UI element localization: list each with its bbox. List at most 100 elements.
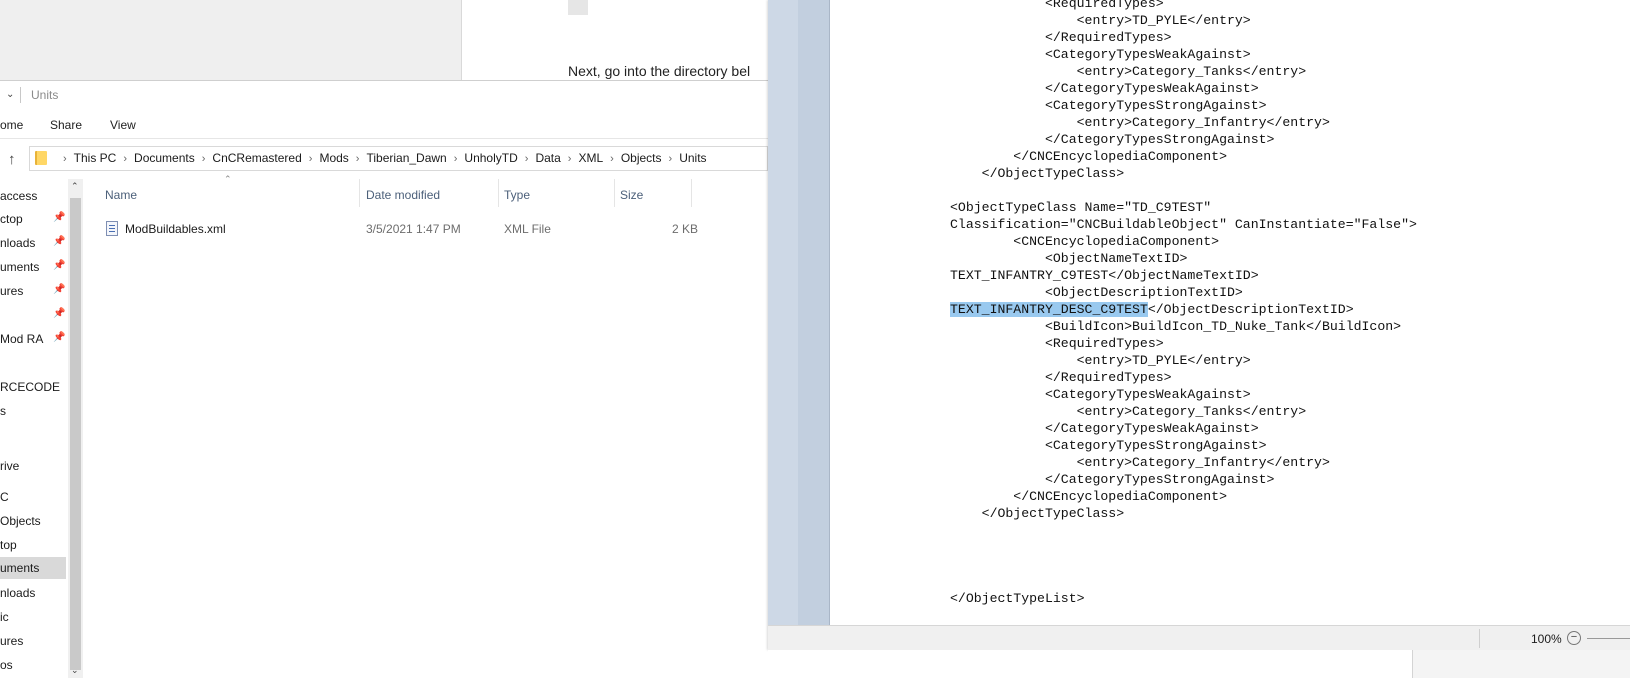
pin-icon: 📌 bbox=[53, 308, 66, 319]
nav-item-label: C bbox=[0, 490, 9, 504]
column-headers: ⌃ Name Date modified Type Size bbox=[96, 174, 768, 210]
nav-item-pictures[interactable]: ures 📌 bbox=[0, 280, 66, 302]
tab-share[interactable]: Share bbox=[50, 118, 82, 132]
pin-icon: 📌 bbox=[53, 212, 66, 223]
title-separator bbox=[20, 87, 21, 103]
nav-item-documents[interactable]: uments 📌 bbox=[0, 256, 66, 278]
nav-item-label: ures bbox=[0, 284, 24, 298]
nav-item-mod-ra[interactable]: Mod RA 📌 bbox=[0, 328, 66, 350]
nav-item-label: s bbox=[0, 404, 6, 418]
nav-item-desktop-pc[interactable]: top bbox=[0, 534, 66, 556]
chevron-right-icon[interactable]: › bbox=[525, 153, 529, 165]
pin-icon: 📌 bbox=[53, 236, 66, 247]
chevron-right-icon[interactable]: › bbox=[568, 153, 572, 165]
window-left-border bbox=[768, 0, 830, 625]
nav-item-sourcecode[interactable]: RCECODE bbox=[0, 376, 66, 398]
scroll-thumb[interactable] bbox=[70, 198, 81, 670]
explorer-title-bar: ⌄ Units bbox=[0, 81, 768, 109]
scroll-down-icon[interactable]: ⌄ bbox=[71, 665, 79, 676]
code-line: TEXT_INFANTRY_C9TEST</ObjectNameTextID> bbox=[950, 268, 1259, 283]
nav-item-label: rive bbox=[0, 459, 20, 473]
notepad-text-area[interactable]: <RequiredTypes> <entry>TD_PYLE</entry> <… bbox=[950, 0, 1417, 607]
pin-icon: 📌 bbox=[53, 284, 66, 295]
nav-item-label: RCECODE bbox=[0, 380, 61, 394]
code-line: TEXT_INFANTRY_DESC_C9TEST</ObjectDescrip… bbox=[950, 301, 1417, 318]
breadcrumb-mods[interactable]: Mods bbox=[319, 151, 348, 165]
chevron-right-icon[interactable]: › bbox=[202, 153, 206, 165]
code-line: <entry>Category_Infantry</entry> bbox=[950, 455, 1330, 470]
status-separator bbox=[1479, 629, 1480, 648]
quick-access-dropdown-icon[interactable]: ⌄ bbox=[6, 89, 14, 100]
status-bar: 100% − bbox=[768, 625, 1630, 650]
line-text: </ObjectDescriptionTextID> bbox=[1147, 302, 1354, 317]
breadcrumb-objects[interactable]: Objects bbox=[621, 151, 662, 165]
nav-item-videos[interactable]: os bbox=[0, 654, 66, 676]
file-explorer-window: ⌄ Units ome Share View ↑ › This PC › Docume… bbox=[0, 80, 768, 678]
tab-home[interactable]: ome bbox=[0, 118, 23, 132]
folder-icon bbox=[35, 151, 47, 165]
code-line: </CategoryTypesStrongAgainst> bbox=[950, 132, 1275, 147]
breadcrumb-data[interactable]: Data bbox=[535, 151, 560, 165]
address-row: ↑ › This PC › Documents › CnCRemastered › Mods ›… bbox=[0, 139, 768, 179]
file-row[interactable]: ModBuildables.xml 3/5/2021 1:47 PM XML F… bbox=[96, 218, 716, 240]
code-line: <CategoryTypesWeakAgainst> bbox=[950, 47, 1251, 62]
chevron-right-icon[interactable]: › bbox=[610, 153, 614, 165]
nav-item-music[interactable]: ic bbox=[0, 606, 66, 628]
code-line: <RequiredTypes> bbox=[950, 336, 1164, 351]
column-separator[interactable] bbox=[614, 179, 615, 207]
breadcrumb-tiberian-dawn[interactable]: Tiberian_Dawn bbox=[366, 151, 446, 165]
code-line: <BuildIcon>BuildIcon_TD_Nuke_Tank</Build… bbox=[950, 319, 1402, 334]
column-size[interactable]: Size bbox=[620, 188, 643, 202]
column-date-modified[interactable]: Date modified bbox=[366, 188, 440, 202]
breadcrumb-unholytd[interactable]: UnholyTD bbox=[464, 151, 517, 165]
nav-item-downloads-pc[interactable]: nloads bbox=[0, 582, 66, 604]
breadcrumb-xml[interactable]: XML bbox=[578, 151, 603, 165]
column-separator[interactable] bbox=[498, 179, 499, 207]
code-line: </CategoryTypesWeakAgainst> bbox=[950, 421, 1259, 436]
nav-item-label: nloads bbox=[0, 236, 36, 250]
zoom-slider[interactable] bbox=[1587, 638, 1630, 639]
up-arrow-icon[interactable]: ↑ bbox=[8, 151, 16, 168]
code-line: <entry>Category_Tanks</entry> bbox=[950, 64, 1307, 79]
nav-item-label: ic bbox=[0, 610, 9, 624]
nav-item-unnamed[interactable]: 📌 bbox=[0, 304, 66, 326]
address-bar[interactable]: › This PC › Documents › CnCRemastered › Mods › Ti… bbox=[29, 146, 768, 171]
nav-item-3d-objects[interactable]: Objects bbox=[0, 510, 66, 532]
column-type[interactable]: Type bbox=[504, 188, 530, 202]
nav-item-documents-pc[interactable]: uments bbox=[0, 557, 66, 579]
breadcrumb-units[interactable]: Units bbox=[679, 151, 706, 165]
chevron-right-icon[interactable]: › bbox=[309, 153, 313, 165]
nav-item-downloads[interactable]: nloads 📌 bbox=[0, 232, 66, 254]
breadcrumb-cncremastered[interactable]: CnCRemastered bbox=[212, 151, 301, 165]
nav-item-this-pc[interactable]: C bbox=[0, 486, 66, 508]
breadcrumb-this-pc[interactable]: This PC bbox=[74, 151, 117, 165]
tab-view[interactable]: View bbox=[110, 118, 136, 132]
nav-scrollbar[interactable]: ⌃ ⌄ bbox=[68, 179, 83, 678]
window-border-highlight bbox=[768, 0, 798, 625]
nav-item-desktop[interactable]: ctop 📌 bbox=[0, 208, 66, 230]
zoom-out-icon[interactable]: − bbox=[1567, 631, 1581, 645]
column-name[interactable]: Name bbox=[105, 188, 137, 202]
window-title: Units bbox=[31, 88, 59, 102]
selected-text: TEXT_INFANTRY_DESC_C9TEST bbox=[950, 302, 1148, 317]
zoom-level: 100% bbox=[1531, 632, 1562, 646]
nav-item-s[interactable]: s bbox=[0, 400, 66, 422]
nav-item-quick-access[interactable]: access bbox=[0, 185, 66, 207]
code-line: </ObjectTypeClass> bbox=[950, 166, 1125, 181]
nav-item-pictures-pc[interactable]: ures bbox=[0, 630, 66, 652]
chevron-right-icon[interactable]: › bbox=[63, 153, 67, 165]
chevron-right-icon[interactable]: › bbox=[356, 153, 360, 165]
scroll-up-icon[interactable]: ⌃ bbox=[71, 181, 79, 192]
nav-item-onedrive[interactable]: rive bbox=[0, 455, 66, 477]
chevron-right-icon[interactable]: › bbox=[669, 153, 673, 165]
column-separator[interactable] bbox=[359, 179, 360, 207]
code-line: <entry>Category_Tanks</entry> bbox=[950, 404, 1307, 419]
breadcrumb-documents[interactable]: Documents bbox=[134, 151, 195, 165]
pin-icon: 📌 bbox=[53, 332, 66, 343]
chevron-right-icon[interactable]: › bbox=[454, 153, 458, 165]
chevron-right-icon[interactable]: › bbox=[123, 153, 127, 165]
background-window-corner bbox=[1412, 650, 1630, 678]
column-separator[interactable] bbox=[691, 179, 692, 207]
